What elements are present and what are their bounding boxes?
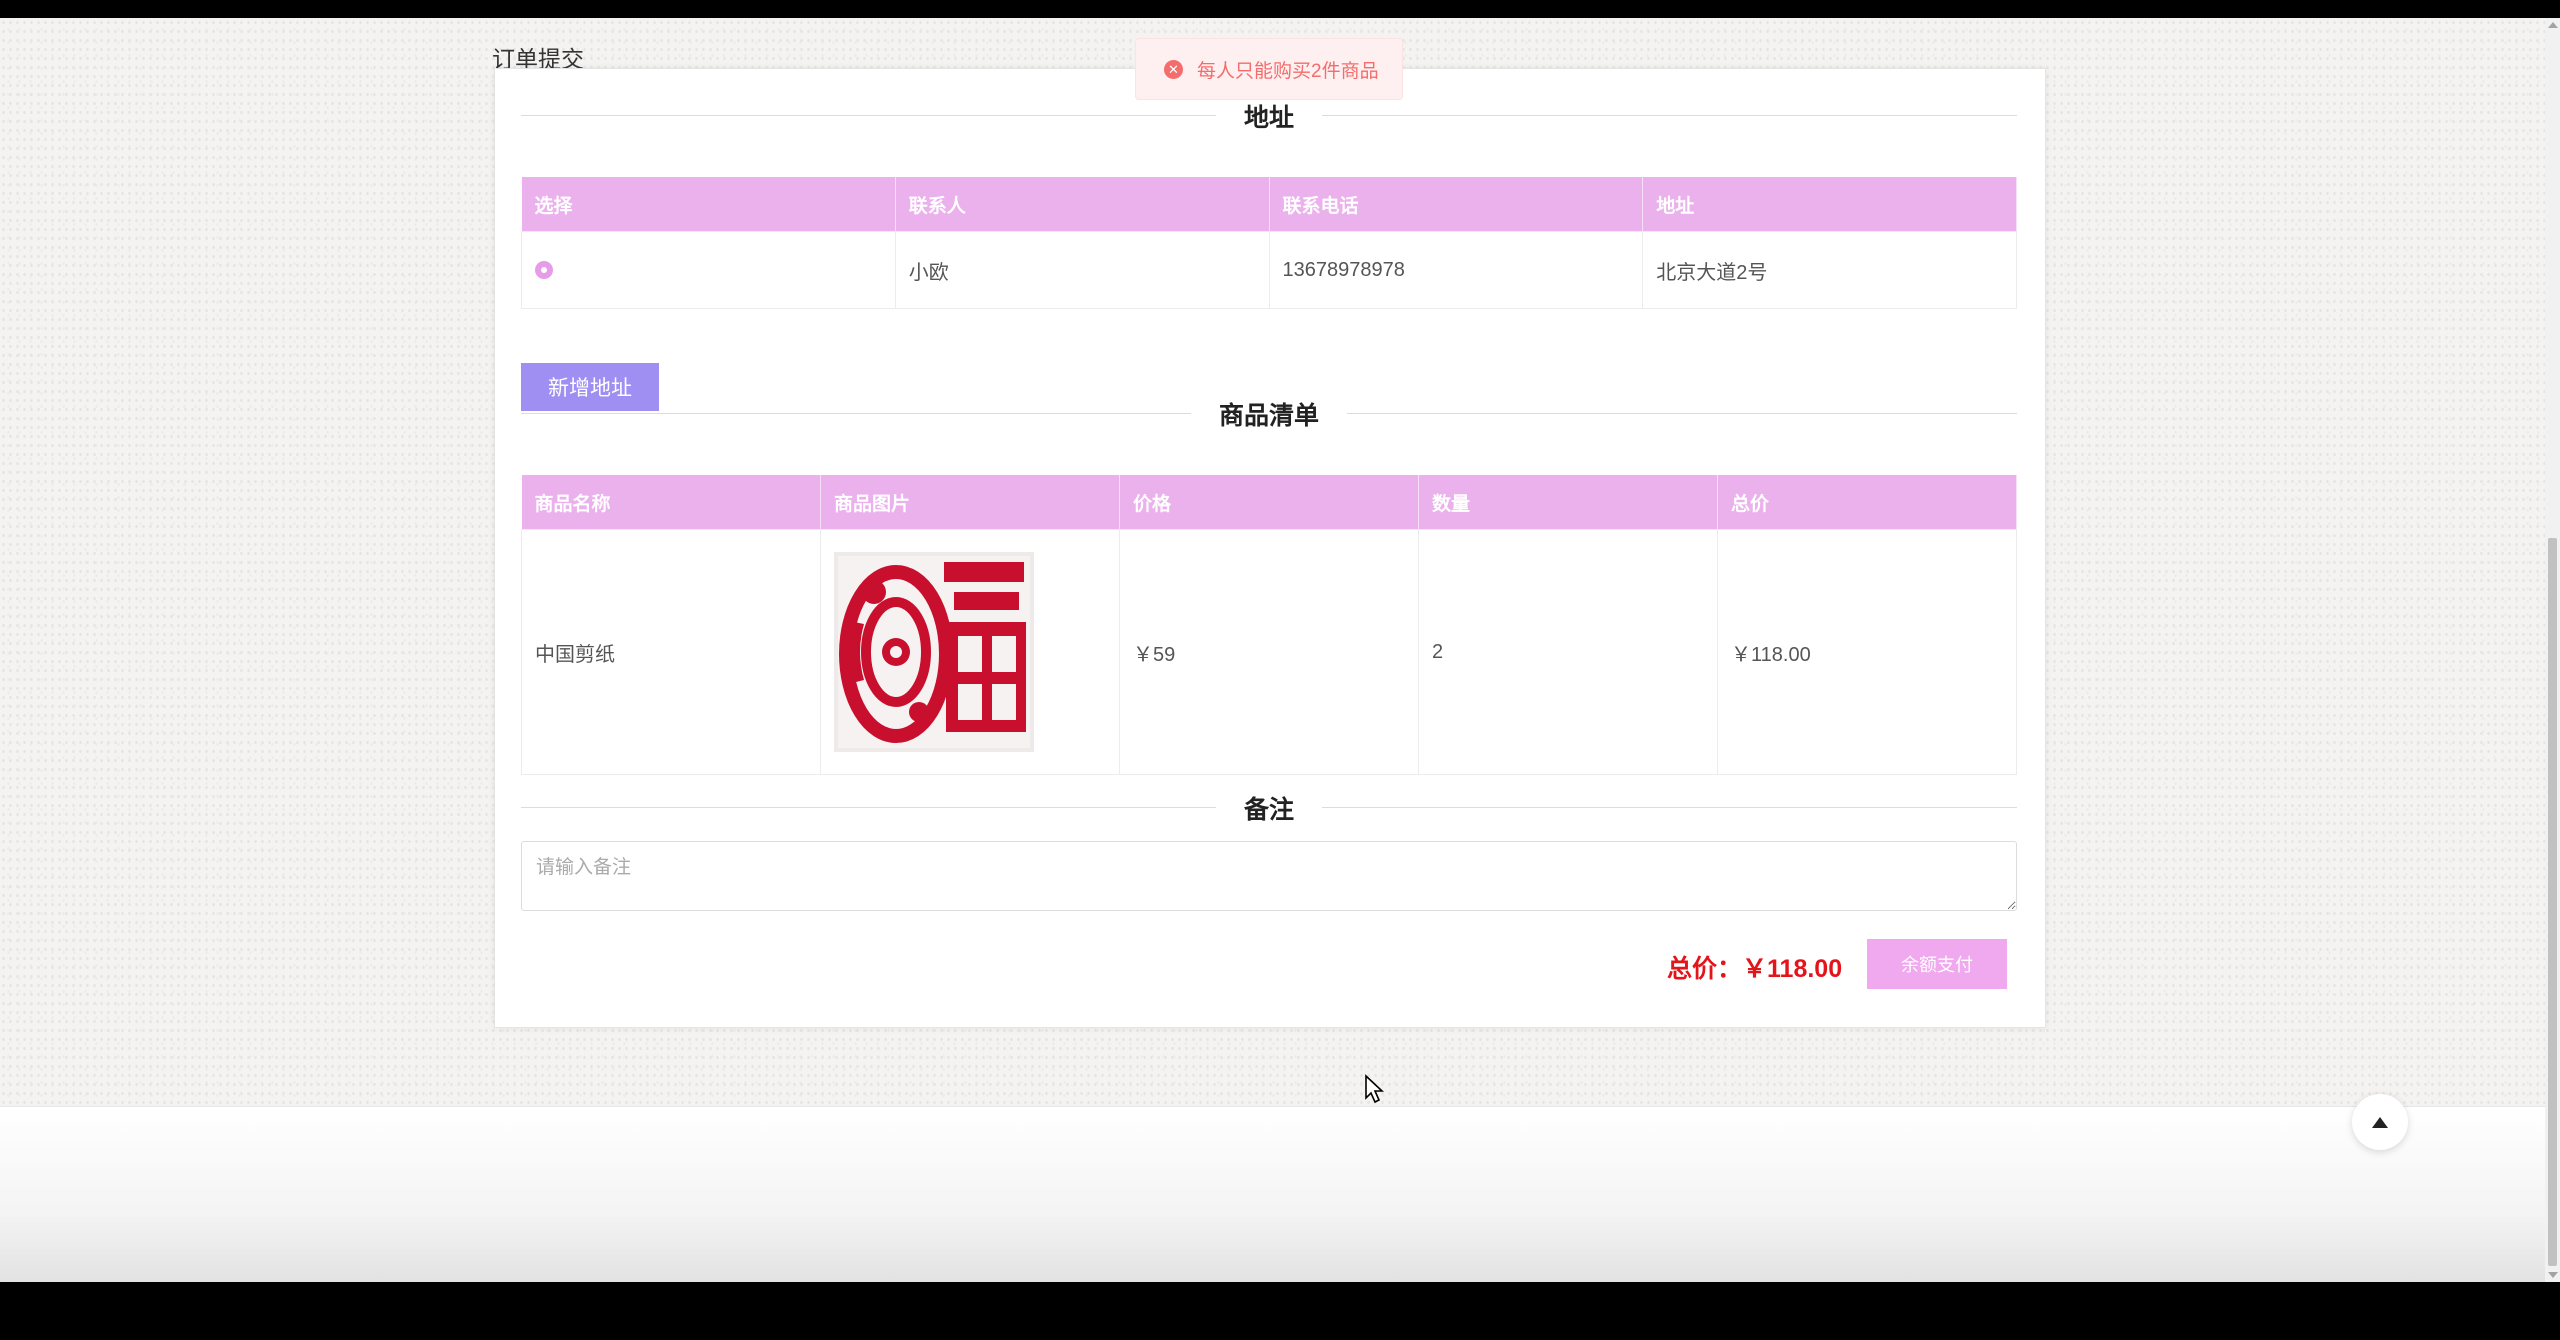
address-table-header: 选择 联系人 联系电话 地址 (521, 177, 2017, 232)
error-toast: ✕ 每人只能购买2件商品 (1135, 38, 1403, 100)
product-image (834, 552, 1034, 752)
mouse-cursor-icon (1365, 1074, 1385, 1104)
column-header-quantity: 数量 (1418, 475, 1718, 530)
back-to-top-button[interactable] (2352, 1094, 2408, 1150)
scrollbar-thumb[interactable] (2548, 538, 2557, 1266)
goods-divider: 商品清单 (521, 396, 2017, 432)
add-address-button[interactable]: 新增地址 (521, 363, 659, 411)
remark-input[interactable] (521, 841, 2017, 911)
column-header-address: 地址 (1642, 177, 2017, 232)
goods-quantity: 2 (1418, 529, 1718, 775)
arrow-up-icon (2372, 1116, 2388, 1128)
page-footer (0, 1106, 2545, 1282)
remark-section-title: 备注 (1215, 790, 1323, 826)
close-circle-icon: ✕ (1164, 59, 1183, 79)
goods-price: ￥59 (1119, 529, 1419, 775)
address-divider: 地址 (521, 98, 2017, 134)
column-header-contact: 联系人 (895, 177, 1270, 232)
order-total: 总价：￥118.00 (1667, 949, 1842, 985)
address-text: 北京大道2号 (1642, 231, 2017, 309)
column-header-image: 商品图片 (820, 475, 1120, 530)
goods-section-title: 商品清单 (1190, 396, 1348, 432)
total-value: ￥118.00 (1742, 955, 1843, 983)
goods-row: 中国剪纸 ￥59 2 ￥118.00 (521, 529, 2017, 775)
column-header-price: 价格 (1119, 475, 1419, 530)
column-header-select: 选择 (521, 177, 896, 232)
goods-table: 商品名称 商品图片 价格 数量 总价 中国剪纸 ￥59 2 ￥118.00 (521, 475, 2017, 775)
balance-pay-button[interactable]: 余额支付 (1867, 939, 2007, 989)
total-label: 总价： (1667, 955, 1743, 983)
scroll-up-arrow-icon[interactable] (2548, 22, 2558, 28)
remark-divider: 备注 (521, 790, 2017, 826)
address-contact: 小欧 (894, 231, 1270, 309)
address-select-cell[interactable] (521, 231, 896, 309)
address-phone: 13678978978 (1268, 231, 1644, 309)
goods-name: 中国剪纸 (521, 529, 821, 775)
address-radio-selected[interactable] (535, 261, 553, 280)
address-section-title: 地址 (1215, 98, 1323, 134)
toast-message: 每人只能购买2件商品 (1197, 60, 1379, 82)
page-viewport: 订单提交 地址 选择 联系人 联系电话 地址 小欧 13678978978 北京… (0, 18, 2560, 1282)
goods-total: ￥118.00 (1717, 529, 2017, 775)
address-row[interactable]: 小欧 13678978978 北京大道2号 (521, 231, 2017, 309)
scroll-down-arrow-icon[interactable] (2548, 1272, 2558, 1278)
address-table: 选择 联系人 联系电话 地址 小欧 13678978978 北京大道2号 (521, 177, 2017, 309)
goods-image-cell (820, 529, 1120, 775)
order-card: 地址 选择 联系人 联系电话 地址 小欧 13678978978 北京大道2号 (494, 68, 2046, 1028)
column-header-phone: 联系电话 (1269, 177, 1644, 232)
column-header-total: 总价 (1717, 475, 2017, 530)
goods-table-header: 商品名称 商品图片 价格 数量 总价 (521, 475, 2017, 530)
column-header-name: 商品名称 (521, 475, 821, 530)
